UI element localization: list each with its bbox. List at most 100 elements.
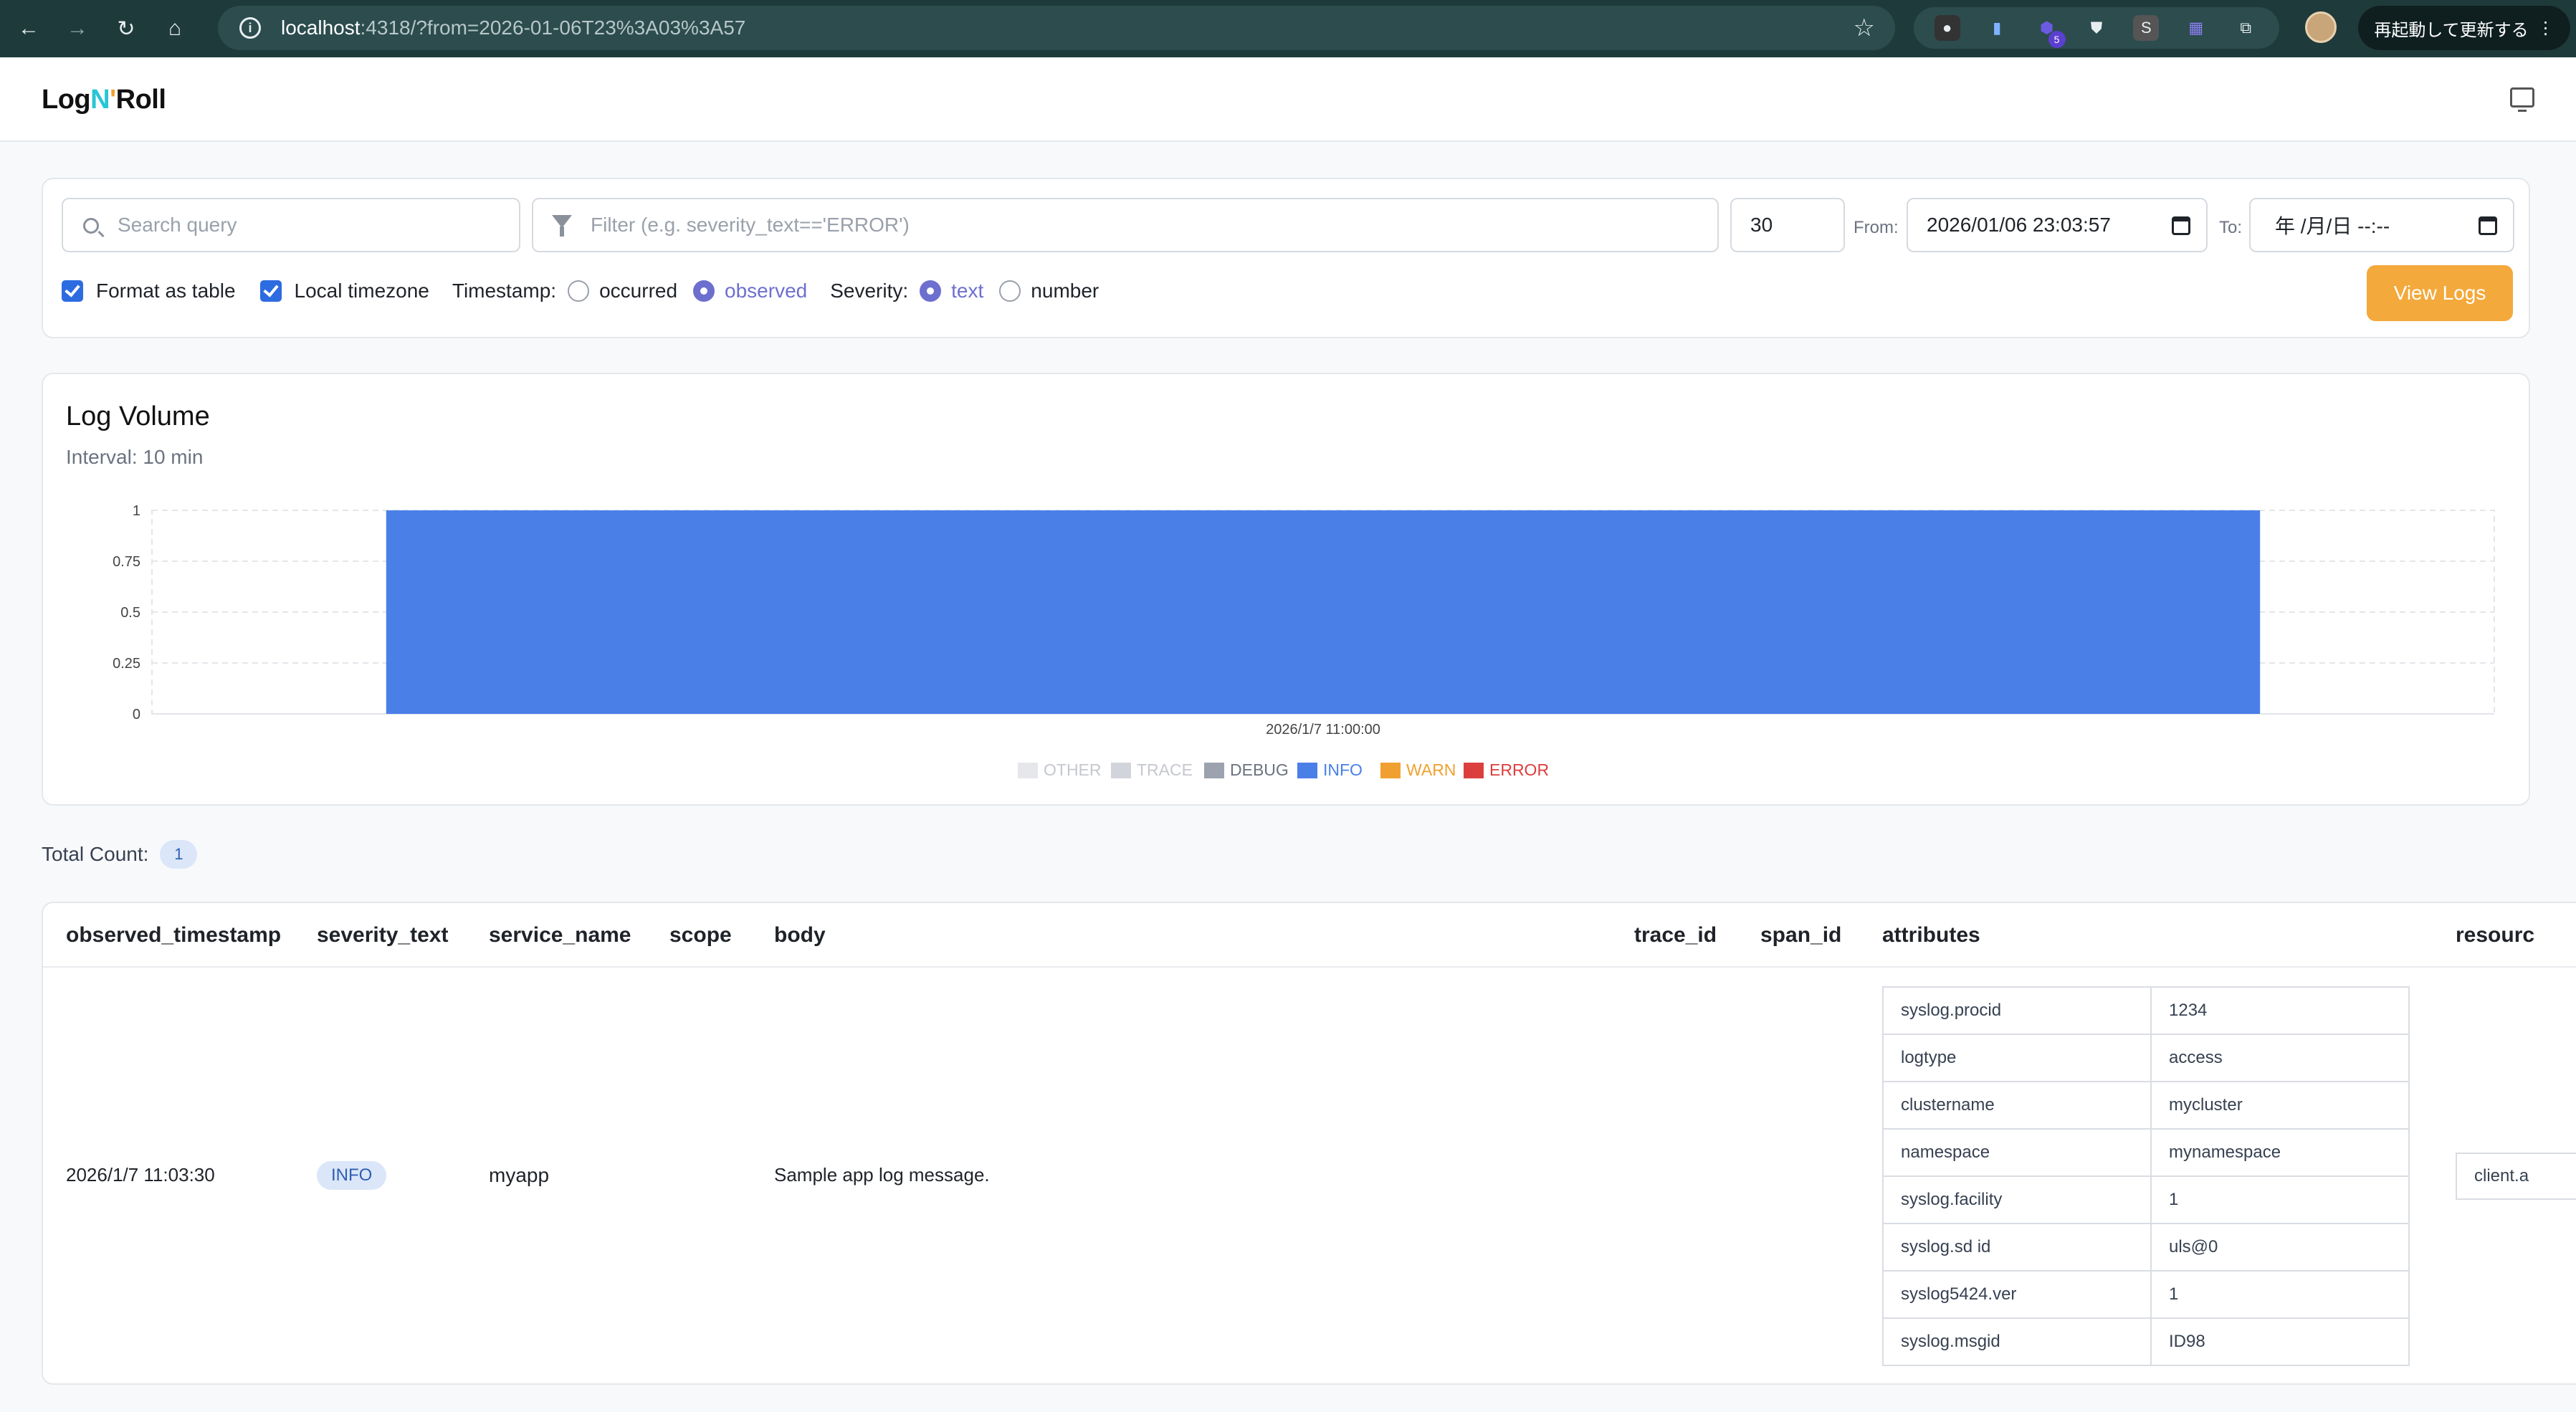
col-header-trace-id[interactable]: trace_id [1634,923,1717,948]
limit-value: 30 [1750,214,1773,236]
attribute-row: namespace mynamespace [1882,1128,2410,1177]
logo-part: N [90,85,110,115]
search-icon [83,218,99,234]
cell-observed-timestamp: 2026/1/7 11:03:30 [66,1164,215,1186]
attribute-row: syslog.msgid ID98 [1882,1317,2410,1366]
limit-input[interactable]: 30 [1730,198,1845,252]
timestamp-occurred-radio[interactable] [568,280,590,302]
from-datetime-input[interactable]: 2026/01/06 23:03:57 [1907,198,2208,252]
attribute-row: syslog.facility 1 [1882,1175,2410,1224]
log-volume-card: Log Volume Interval: 10 min 1 0.75 0.5 0.25… [42,373,2530,806]
extension-icon[interactable]: S [2133,15,2160,41]
url-path: :4318/?from=2026-01-06T23%3A03%3A57 [360,16,746,39]
col-header-resource[interactable]: resourc [2456,923,2534,948]
legend-swatch-warn [1380,763,1401,778]
legend-label-other: OTHER [1044,760,1102,779]
x-tick-label: 2026/1/7 11:00:00 [1266,722,1380,738]
severity-text-label: text [951,280,984,302]
bar-info [386,510,2261,714]
address-bar[interactable]: i localhost:4318/?from=2026-01-06T23%3A0… [218,6,1895,50]
header-divider [43,966,2576,968]
attribute-key: syslog.procid [1882,986,2152,1035]
relaunch-label: 再起動して更新する [2374,20,2529,40]
attribute-key: syslog.facility [1882,1175,2152,1224]
format-table-label: Format as table [96,280,236,302]
logo-part: ' [110,85,116,115]
search-input[interactable]: Search query [62,198,520,252]
from-value: 2026/01/06 23:03:57 [1927,214,2111,236]
shield-icon[interactable]: ⛊ [2084,15,2109,41]
severity-label: Severity: [830,280,909,302]
local-timezone-checkbox[interactable] [259,280,282,302]
attribute-value: ID98 [2150,1317,2410,1366]
col-header-attributes[interactable]: attributes [1882,923,1980,948]
severity-badge: INFO [317,1161,387,1190]
total-count-badge: 1 [160,840,198,869]
col-header-observed-timestamp[interactable]: observed_timestamp [66,923,281,948]
app-logo[interactable]: LogN'Roll [42,85,166,115]
extension-icon[interactable]: ● [1934,15,1960,41]
col-header-service-name[interactable]: service_name [489,923,631,948]
y-tick-label: 0 [133,707,140,722]
timestamp-observed-label: observed [725,280,808,302]
url-host: localhost [281,16,361,39]
home-icon[interactable]: ⌂ [155,9,195,49]
attribute-value: uls@0 [2150,1223,2410,1272]
extension-icon[interactable]: ▦ [2183,15,2209,41]
extensions-bar: ● ▮ ⬢ 5 ⛊ S ▦ ⧉ [1914,7,2279,49]
total-count-label: Total Count: [42,843,149,865]
attribute-key: syslog.msgid [1882,1317,2152,1366]
attribute-key: clustername [1882,1081,2152,1130]
timestamp-observed-radio[interactable] [693,280,715,302]
relaunch-button[interactable]: 再起動して更新する ⋮ [2358,6,2570,50]
attribute-value: access [2150,1034,2410,1082]
monitor-icon[interactable] [2510,87,2534,112]
col-header-severity-text[interactable]: severity_text [317,923,448,948]
more-vertical-icon: ⋮ [2537,18,2554,38]
attribute-row: clustername mycluster [1882,1081,2410,1130]
browser-toolbar: ← → ↻ ⌂ i localhost:4318/?from=2026-01-0… [0,0,2576,57]
forward-icon[interactable]: → [57,9,97,49]
attribute-key: syslog5424.ver [1882,1270,2152,1319]
legend-label-debug: DEBUG [1230,760,1289,779]
site-info-icon[interactable]: i [239,17,261,39]
calendar-icon[interactable] [2479,216,2497,235]
legend-label-warn: WARN [1406,760,1456,779]
log-volume-chart: 1 0.75 0.5 0.25 0 2026/1/7 11:00:00 OTHER TRACE… [113,503,2495,779]
to-datetime-input[interactable]: 年 /月/日 --:-- [2249,198,2514,252]
back-icon[interactable]: ← [9,9,49,49]
attribute-value: mycluster [2150,1081,2410,1130]
attribute-row: logtype access [1882,1034,2410,1082]
filter-input[interactable]: Filter (e.g. severity_text=='ERROR') [532,198,1719,252]
attribute-value: 1 [2150,1175,2410,1224]
col-header-body[interactable]: body [774,923,826,948]
attribute-key: logtype [1882,1034,2152,1082]
cell-body: Sample app log message. [774,1164,990,1186]
attribute-value: mynamespace [2150,1128,2410,1177]
legend-swatch-error [1464,763,1484,778]
avatar[interactable] [2305,11,2337,43]
reload-icon[interactable]: ↻ [106,9,146,49]
logo-part: Roll [115,85,166,115]
severity-number-radio[interactable] [999,280,1021,302]
local-timezone-label: Local timezone [294,280,429,302]
extension-icon[interactable]: ⬢ 5 [2034,15,2066,48]
app-header: LogN'Roll [0,57,2576,142]
search-placeholder: Search query [118,214,237,236]
severity-text-radio[interactable] [920,280,942,302]
attribute-row: syslog.sd id uls@0 [1882,1223,2410,1272]
y-tick-label: 1 [133,503,140,519]
bookmark-star-icon[interactable]: ☆ [1854,14,1875,42]
view-logs-button[interactable]: View Logs [2367,265,2513,321]
legend-label-error: ERROR [1489,760,1549,779]
legend-swatch-info [1297,763,1317,778]
col-header-scope[interactable]: scope [669,923,732,948]
legend-label-trace: TRACE [1137,760,1193,779]
timestamp-occurred-label: occurred [599,280,678,302]
legend-swatch-debug [1204,763,1224,778]
extension-icon[interactable]: ▮ [1984,15,2010,41]
format-table-checkbox[interactable] [62,280,83,302]
col-header-span-id[interactable]: span_id [1760,923,1841,948]
calendar-icon[interactable] [2172,216,2190,235]
puzzle-icon[interactable]: ⧉ [2233,15,2258,41]
